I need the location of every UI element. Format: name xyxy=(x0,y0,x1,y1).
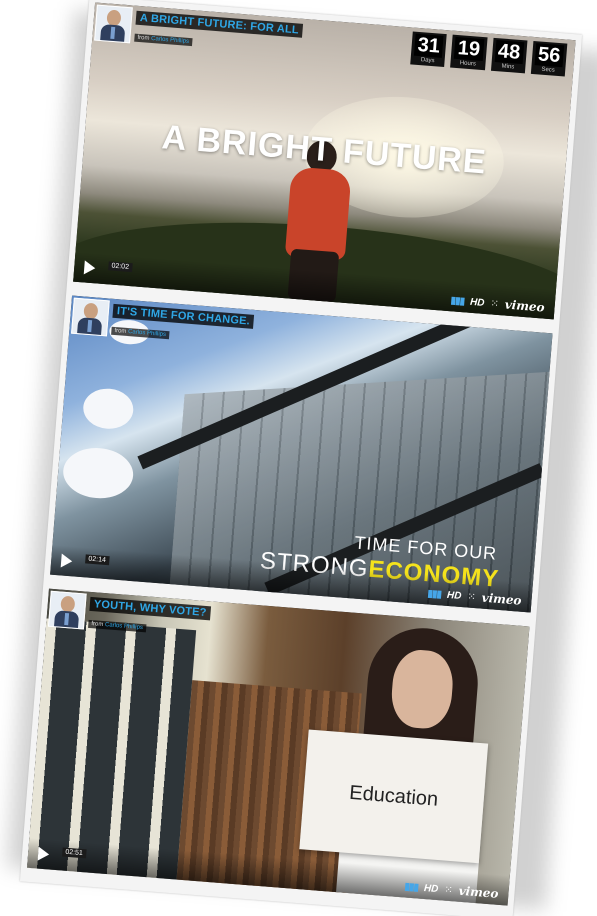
vimeo-logo[interactable]: vimeo xyxy=(481,591,522,608)
vimeo-logo[interactable]: vimeo xyxy=(504,298,545,315)
video-player-2[interactable]: TIME FOR OUR STRONGECONOMY IT'S TIME FOR… xyxy=(50,295,553,613)
fullscreen-icon[interactable]: ⁙ xyxy=(467,591,476,603)
volume-bars-icon[interactable]: ▮▮▮ xyxy=(450,295,464,307)
hd-toggle[interactable]: HD xyxy=(470,296,485,308)
video-list-page: A BRIGHT FUTURE A BRIGHT FUTURE: FOR ALL… xyxy=(19,0,583,916)
player-branding: ▮▮▮ HD ⁙ vimeo xyxy=(427,586,522,608)
fullscreen-icon[interactable]: ⁙ xyxy=(490,298,499,310)
author-avatar[interactable] xyxy=(71,297,110,337)
countdown-secs: 56 Secs xyxy=(530,40,568,77)
countdown-hours: 19 Hours xyxy=(450,34,488,71)
video-duration: 02:14 xyxy=(85,554,110,566)
video-player-3[interactable]: Education YOUTH, WHY VOTE? from Carlos P… xyxy=(27,588,530,906)
cloud xyxy=(61,445,136,501)
fullscreen-icon[interactable]: ⁙ xyxy=(444,884,453,896)
author-link[interactable]: Carlos Phillips xyxy=(128,329,166,338)
author-avatar[interactable] xyxy=(47,590,87,630)
volume-bars-icon[interactable]: ▮▮▮ xyxy=(404,881,418,893)
video-player-1[interactable]: A BRIGHT FUTURE A BRIGHT FUTURE: FOR ALL… xyxy=(73,2,576,320)
author-link[interactable]: Carlos Phillips xyxy=(105,622,143,631)
byline: from Carlos Phillips xyxy=(88,619,147,633)
volume-bars-icon[interactable]: ▮▮▮ xyxy=(427,588,441,600)
video-duration: 02:51 xyxy=(61,847,87,859)
byline: from Carlos Phillips xyxy=(134,33,193,47)
player-branding: ▮▮▮ HD ⁙ vimeo xyxy=(450,293,545,315)
vimeo-logo[interactable]: vimeo xyxy=(458,884,499,901)
countdown-days: 31 Days xyxy=(410,31,447,68)
play-icon[interactable] xyxy=(60,553,73,569)
player-branding: ▮▮▮ HD ⁙ vimeo xyxy=(404,879,499,901)
sign-card: Education xyxy=(299,729,489,864)
byline: from Carlos Phillips xyxy=(111,326,170,340)
screenshot-stage: A BRIGHT FUTURE A BRIGHT FUTURE: FOR ALL… xyxy=(0,0,597,916)
hd-toggle[interactable]: HD xyxy=(423,882,438,894)
cloud xyxy=(81,386,135,431)
play-icon[interactable] xyxy=(37,846,50,862)
play-icon[interactable] xyxy=(83,260,96,276)
author-avatar[interactable] xyxy=(94,4,133,44)
video-duration: 02:02 xyxy=(108,261,133,273)
author-link[interactable]: Carlos Phillips xyxy=(151,36,189,45)
countdown-mins: 48 Mins xyxy=(490,37,528,74)
hd-toggle[interactable]: HD xyxy=(447,589,462,601)
